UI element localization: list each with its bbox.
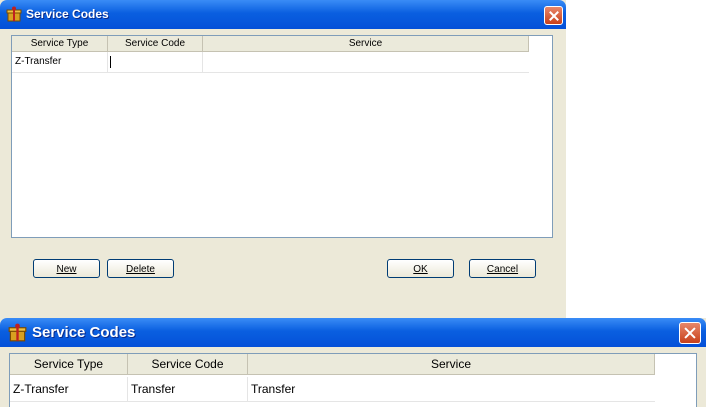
close-icon[interactable] (544, 6, 563, 25)
service-codes-window: Service Codes Service Type Service Code … (0, 0, 566, 318)
window-title: Service Codes (32, 324, 136, 341)
ok-button[interactable]: OK (387, 259, 454, 278)
grid-header: Service Type Service Code Service (10, 354, 655, 375)
table-row[interactable]: Z-Transfer Transfer Transfer (10, 377, 655, 402)
cell-service-type[interactable]: Z-Transfer (12, 52, 108, 72)
cell-service[interactable]: Transfer (248, 377, 655, 401)
column-header-service-type[interactable]: Service Type (10, 354, 128, 374)
service-codes-grid[interactable]: Service Type Service Code Service Z-Tran… (11, 35, 553, 238)
new-button[interactable]: New (33, 259, 100, 278)
window-title: Service Codes (26, 7, 109, 21)
column-header-service[interactable]: Service (203, 36, 529, 51)
app-icon (8, 323, 27, 342)
cell-service-code[interactable] (108, 52, 203, 72)
column-header-service-code[interactable]: Service Code (128, 354, 248, 374)
title-bar[interactable]: Service Codes (0, 0, 566, 29)
column-header-service[interactable]: Service (248, 354, 655, 374)
cell-service-type[interactable]: Z-Transfer (10, 377, 128, 401)
grid-header: Service Type Service Code Service (12, 36, 529, 52)
title-bar[interactable]: Service Codes (0, 318, 706, 347)
cancel-button[interactable]: Cancel (469, 259, 536, 278)
app-icon (6, 6, 22, 22)
column-header-service-code[interactable]: Service Code (108, 36, 203, 51)
delete-button[interactable]: Delete (107, 259, 174, 278)
service-codes-grid[interactable]: Service Type Service Code Service Z-Tran… (9, 353, 697, 407)
table-row[interactable]: Z-Transfer (12, 52, 529, 73)
cell-service-code[interactable]: Transfer (128, 377, 248, 401)
close-icon[interactable] (679, 322, 701, 344)
column-header-service-type[interactable]: Service Type (12, 36, 108, 51)
service-codes-window-zoomed: Service Codes Service Type Service Code … (0, 318, 706, 407)
cell-service[interactable] (203, 52, 529, 72)
text-caret (110, 56, 111, 68)
